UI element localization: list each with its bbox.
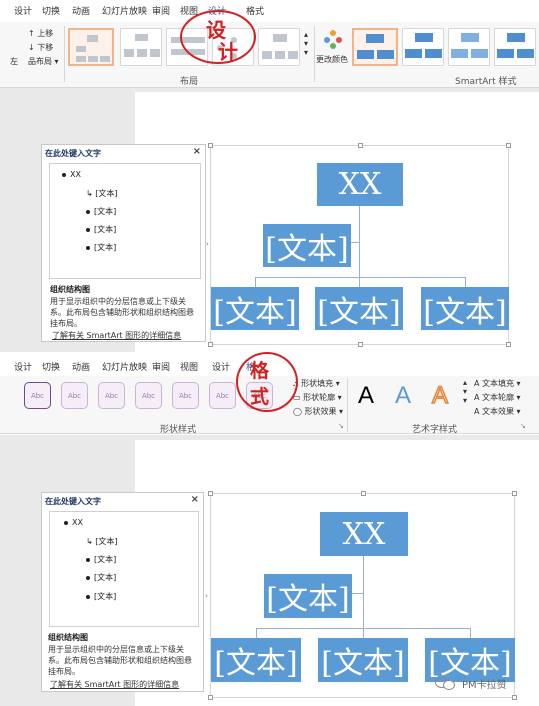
pane-expand-handle[interactable]: ›	[206, 240, 209, 248]
shape-fill-button[interactable]: ⛬ 形状填充 ▾	[293, 378, 340, 389]
list-item[interactable]: [文本]	[86, 554, 116, 565]
tab-view[interactable]: 视图	[180, 360, 198, 373]
tab-slideshow[interactable]: 幻灯片放映	[102, 4, 147, 17]
layout-thumb-org-chart[interactable]	[68, 28, 114, 66]
smartart-canvas-top[interactable]: XX [文本] [文本] [文本] [文本]	[208, 143, 511, 347]
left-button[interactable]: 左	[10, 56, 18, 67]
list-item[interactable]: [文本]	[86, 572, 116, 583]
node-child[interactable]: [文本]	[211, 287, 299, 330]
shape-styles-group-label: 形状样式	[160, 425, 197, 435]
tab-transitions[interactable]: 切换	[42, 4, 60, 17]
node-top[interactable]: XX	[317, 163, 403, 206]
annotation-text-1: 格	[250, 360, 270, 382]
color-dots-icon[interactable]	[324, 30, 344, 50]
tab-format[interactable]: 格式	[246, 4, 264, 17]
text-pane-bottom: 在此处键入文字 × XX ↳ [文本] [文本] [文本] [文本] 组织结构图…	[41, 492, 204, 692]
annotation-text-2: 计	[218, 40, 238, 64]
tab-slideshow[interactable]: 幻灯片放映	[102, 360, 147, 373]
ribbon-separator	[314, 26, 315, 82]
node-assistant[interactable]: [文本]	[263, 224, 351, 267]
layout-desc-title: 组织结构图	[48, 633, 88, 642]
ribbon-separator	[64, 26, 65, 82]
tab-review[interactable]: 审阅	[152, 360, 170, 373]
tab-animations[interactable]: 动画	[72, 360, 90, 373]
shape-style-1[interactable]: Abc	[24, 382, 51, 409]
smartart-style-4[interactable]	[494, 28, 536, 66]
text-effects-button[interactable]: A 文本效果 ▾	[474, 406, 521, 417]
tab-design[interactable]: 设计	[14, 360, 32, 373]
learn-more-link[interactable]: 了解有关 SmartArt 图形的详细信息	[50, 679, 179, 690]
annotation-text-2: 式	[250, 386, 270, 408]
ribbon-separator	[347, 378, 348, 432]
learn-more-link[interactable]: 了解有关 SmartArt 图形的详细信息	[52, 330, 181, 341]
shape-effects-button[interactable]: ◯ 形状效果 ▾	[293, 406, 343, 417]
move-up-button[interactable]: ↑ 上移	[28, 28, 53, 39]
list-item[interactable]: XX	[64, 518, 83, 527]
node-child[interactable]: [文本]	[318, 638, 408, 682]
layout-dropdown[interactable]: 品布局 ▾	[28, 56, 59, 67]
layout-desc: 用于显示组织中的分层信息或上下级关系。此布局包含辅助形状和组织结构图悬挂布局。	[48, 645, 192, 676]
tab-review[interactable]: 审阅	[152, 4, 170, 17]
smartart-canvas-bottom[interactable]: XX [文本] [文本] [文本] [文本]	[208, 491, 517, 700]
wordart-style-blue[interactable]: A	[395, 382, 411, 410]
shape-style-3[interactable]: Abc	[98, 382, 125, 409]
top-tab-bar: 设计 切换 动画 幻灯片放映 审阅 视图 设计 格式	[0, 0, 539, 22]
layout-thumb-2[interactable]	[120, 28, 162, 66]
layout-gallery-scroll[interactable]: ▴ ▾ ▾	[304, 30, 308, 57]
node-top[interactable]: XX	[320, 512, 408, 556]
node-child[interactable]: [文本]	[315, 287, 403, 330]
list-item[interactable]: XX	[62, 170, 81, 179]
tab-transitions[interactable]: 切换	[42, 360, 60, 373]
text-pane-title: 在此处键入文字	[45, 497, 101, 506]
wordart-styles-group-label: 艺术字样式	[412, 425, 458, 435]
layout-desc: 用于显示组织中的分层信息或上下级关系。此布局包含辅助形状和组织结构图悬挂布局。	[50, 297, 194, 328]
shape-style-2[interactable]: Abc	[61, 382, 88, 409]
list-item[interactable]: [文本]	[86, 242, 116, 253]
dialog-launcher-icon[interactable]: ↘	[520, 422, 526, 430]
tab-smartart-design[interactable]: 设计	[212, 360, 230, 373]
wordart-style-orange[interactable]: A	[431, 381, 449, 410]
list-item[interactable]: ↳ [文本]	[86, 188, 118, 199]
layout-thumb-5[interactable]	[258, 28, 300, 66]
tab-design[interactable]: 设计	[14, 4, 32, 17]
smartart-style-2[interactable]	[402, 28, 444, 66]
wordart-style-black[interactable]: A	[358, 382, 374, 410]
text-outline-button[interactable]: A 文本轮廓 ▾	[474, 392, 521, 403]
smartart-style-3[interactable]	[448, 28, 490, 66]
layout-desc-title: 组织结构图	[50, 285, 90, 294]
shape-style-6[interactable]: Abc	[209, 382, 236, 409]
list-item[interactable]: ↳ [文本]	[86, 536, 118, 547]
dialog-launcher-icon[interactable]: ↘	[338, 422, 344, 430]
text-pane-top: 在此处键入文字 × XX ↳ [文本] [文本] [文本] [文本] 组织结构图…	[41, 144, 206, 342]
text-fill-button[interactable]: A 文本填充 ▾	[474, 378, 521, 389]
shape-style-4[interactable]: Abc	[135, 382, 162, 409]
text-pane-list: XX ↳ [文本] [文本] [文本] [文本]	[49, 163, 201, 279]
node-child[interactable]: [文本]	[211, 638, 301, 682]
node-assistant[interactable]: [文本]	[264, 574, 352, 618]
text-pane-list: XX ↳ [文本] [文本] [文本] [文本]	[49, 511, 199, 627]
pane-expand-handle[interactable]: ›	[205, 592, 208, 600]
list-item[interactable]: [文本]	[86, 591, 116, 602]
list-item[interactable]: [文本]	[86, 206, 116, 217]
smartart-styles-group-label: SmartArt 样式	[455, 77, 517, 87]
shape-style-5[interactable]: Abc	[172, 382, 199, 409]
text-pane-title: 在此处键入文字	[45, 149, 101, 158]
move-down-button[interactable]: ↓ 下移	[28, 42, 53, 53]
wordart-gallery-scroll[interactable]: ▴ ▾ ▾	[463, 378, 467, 405]
top-ribbon: ↑ 上移 ↓ 下移 左 品布局 ▾ ▴ ▾ ▾ 布局 更改颜色 SmartArt…	[0, 22, 539, 88]
smartart-style-1[interactable]	[352, 28, 398, 66]
layout-group-label: 布局	[180, 77, 199, 87]
watermark-text: PM卡拉赞	[462, 680, 507, 691]
node-child[interactable]: [文本]	[421, 287, 509, 330]
shape-outline-button[interactable]: ▭ 形状轮廓 ▾	[293, 392, 342, 403]
close-icon[interactable]: ×	[191, 494, 199, 505]
tab-animations[interactable]: 动画	[72, 4, 90, 17]
close-icon[interactable]: ×	[193, 146, 201, 157]
wechat-logo-icon	[435, 675, 457, 691]
change-colors-button[interactable]: 更改颜色	[316, 54, 348, 65]
list-item[interactable]: [文本]	[86, 224, 116, 235]
